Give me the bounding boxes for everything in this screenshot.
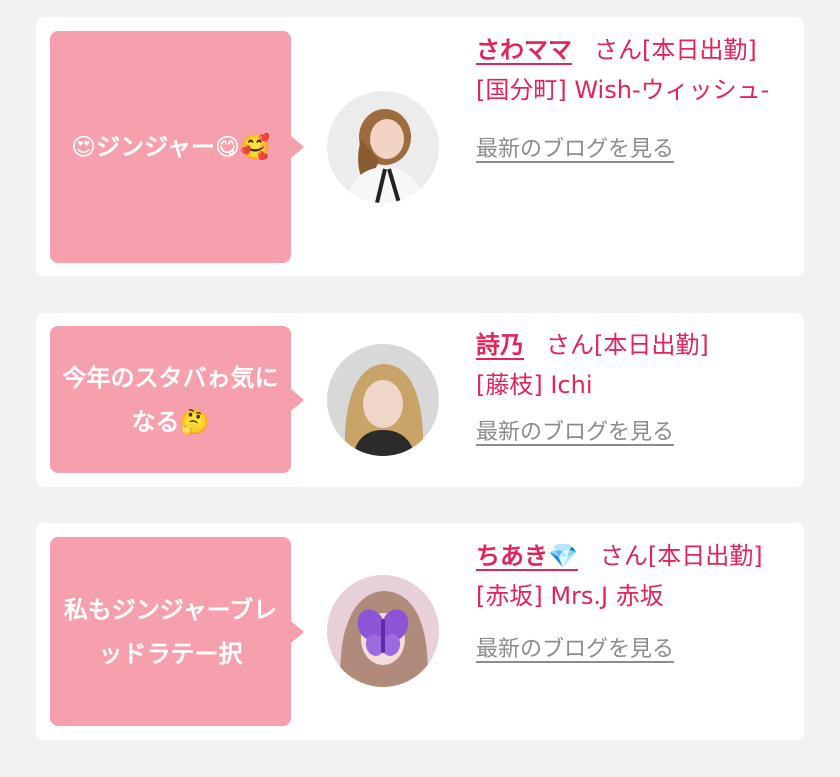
blog-card: 😍ジンジャー😋🥰 さわママ さん[本日出勤] [国分町] Wish-ウィッシュ- … bbox=[36, 17, 804, 276]
avatar-image bbox=[327, 575, 439, 687]
blog-title-bubble[interactable]: 私もジンジャーブレッドラテー択 bbox=[50, 537, 304, 726]
shop-name[interactable]: [藤枝] Ichi bbox=[476, 366, 788, 404]
shop-name[interactable]: [赤坂] Mrs.J 赤坂 bbox=[476, 577, 788, 615]
attendance-status: さん[本日出勤] bbox=[599, 542, 763, 570]
avatar[interactable] bbox=[327, 344, 439, 456]
girl-info: ちあき💎 さん[本日出勤] [赤坂] Mrs.J 赤坂 最新のブログを見る bbox=[476, 537, 788, 669]
blog-title-text: 私もジンジャーブレッドラテー択 bbox=[63, 595, 278, 668]
girl-name-link[interactable]: ちあき💎 bbox=[476, 542, 578, 570]
attendance-status: さん[本日出勤] bbox=[546, 331, 709, 359]
avatar[interactable] bbox=[327, 91, 439, 203]
blog-title-bubble[interactable]: 😍ジンジャー😋🥰 bbox=[50, 31, 304, 263]
girl-name-link[interactable]: 詩乃 bbox=[476, 331, 524, 359]
latest-blog-link[interactable]: 最新のブログを見る bbox=[476, 631, 788, 669]
blog-title-text: 😍ジンジャー😋🥰 bbox=[71, 133, 270, 161]
latest-blog-link[interactable]: 最新のブログを見る bbox=[476, 414, 788, 452]
blog-title-bubble[interactable]: 今年のスタバゎ気になる🤔 bbox=[50, 326, 304, 473]
avatar-image bbox=[327, 91, 439, 203]
blog-title-text: 今年のスタバゎ気になる🤔 bbox=[62, 363, 279, 436]
avatar-image bbox=[327, 344, 439, 456]
shop-name[interactable]: [国分町] Wish-ウィッシュ- bbox=[476, 71, 788, 109]
latest-blog-link[interactable]: 最新のブログを見る bbox=[476, 131, 788, 169]
girl-name-link[interactable]: さわママ bbox=[476, 36, 572, 64]
girl-info: 詩乃 さん[本日出勤] [藤枝] Ichi 最新のブログを見る bbox=[476, 326, 788, 452]
girl-info: さわママ さん[本日出勤] [国分町] Wish-ウィッシュ- 最新のブログを見る bbox=[476, 31, 788, 169]
avatar[interactable] bbox=[327, 575, 439, 687]
blog-card: 私もジンジャーブレッドラテー択 ちあき💎 さん[本日出勤] [赤坂] Mrs.J … bbox=[36, 523, 804, 740]
blog-card: 今年のスタバゎ気になる🤔 詩乃 さん[本日出勤] [藤枝] Ichi 最新のブログ… bbox=[36, 313, 804, 487]
attendance-status: さん[本日出勤] bbox=[594, 36, 757, 64]
